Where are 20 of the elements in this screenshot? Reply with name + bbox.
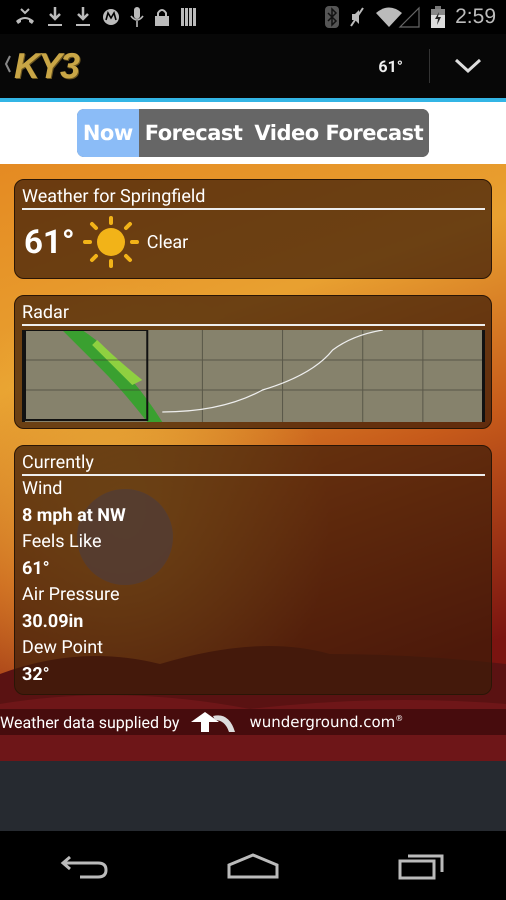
logo-button[interactable]: KY3 [0, 45, 78, 87]
temperature-text: 61° [378, 56, 403, 76]
chevron-down-icon [454, 58, 482, 74]
barcode-icon [180, 7, 198, 27]
missed-call-icon [14, 7, 36, 27]
lock-icon [154, 7, 170, 27]
download-icon [74, 6, 92, 28]
back-caret-icon [4, 54, 12, 74]
clock-time: 2:59 [455, 5, 496, 29]
muted-speaker-icon [349, 7, 366, 27]
bluetooth-icon [325, 6, 340, 28]
dropdown-button[interactable] [454, 58, 482, 74]
logo-text: KY3 [14, 45, 78, 87]
wifi-signal-icon [375, 6, 422, 28]
charging-battery-icon [431, 6, 446, 28]
home-icon [226, 852, 279, 878]
microphone-icon [130, 6, 144, 28]
download-icon [46, 6, 64, 28]
circle-logo-icon [102, 8, 120, 26]
recent-apps-icon [398, 852, 446, 880]
